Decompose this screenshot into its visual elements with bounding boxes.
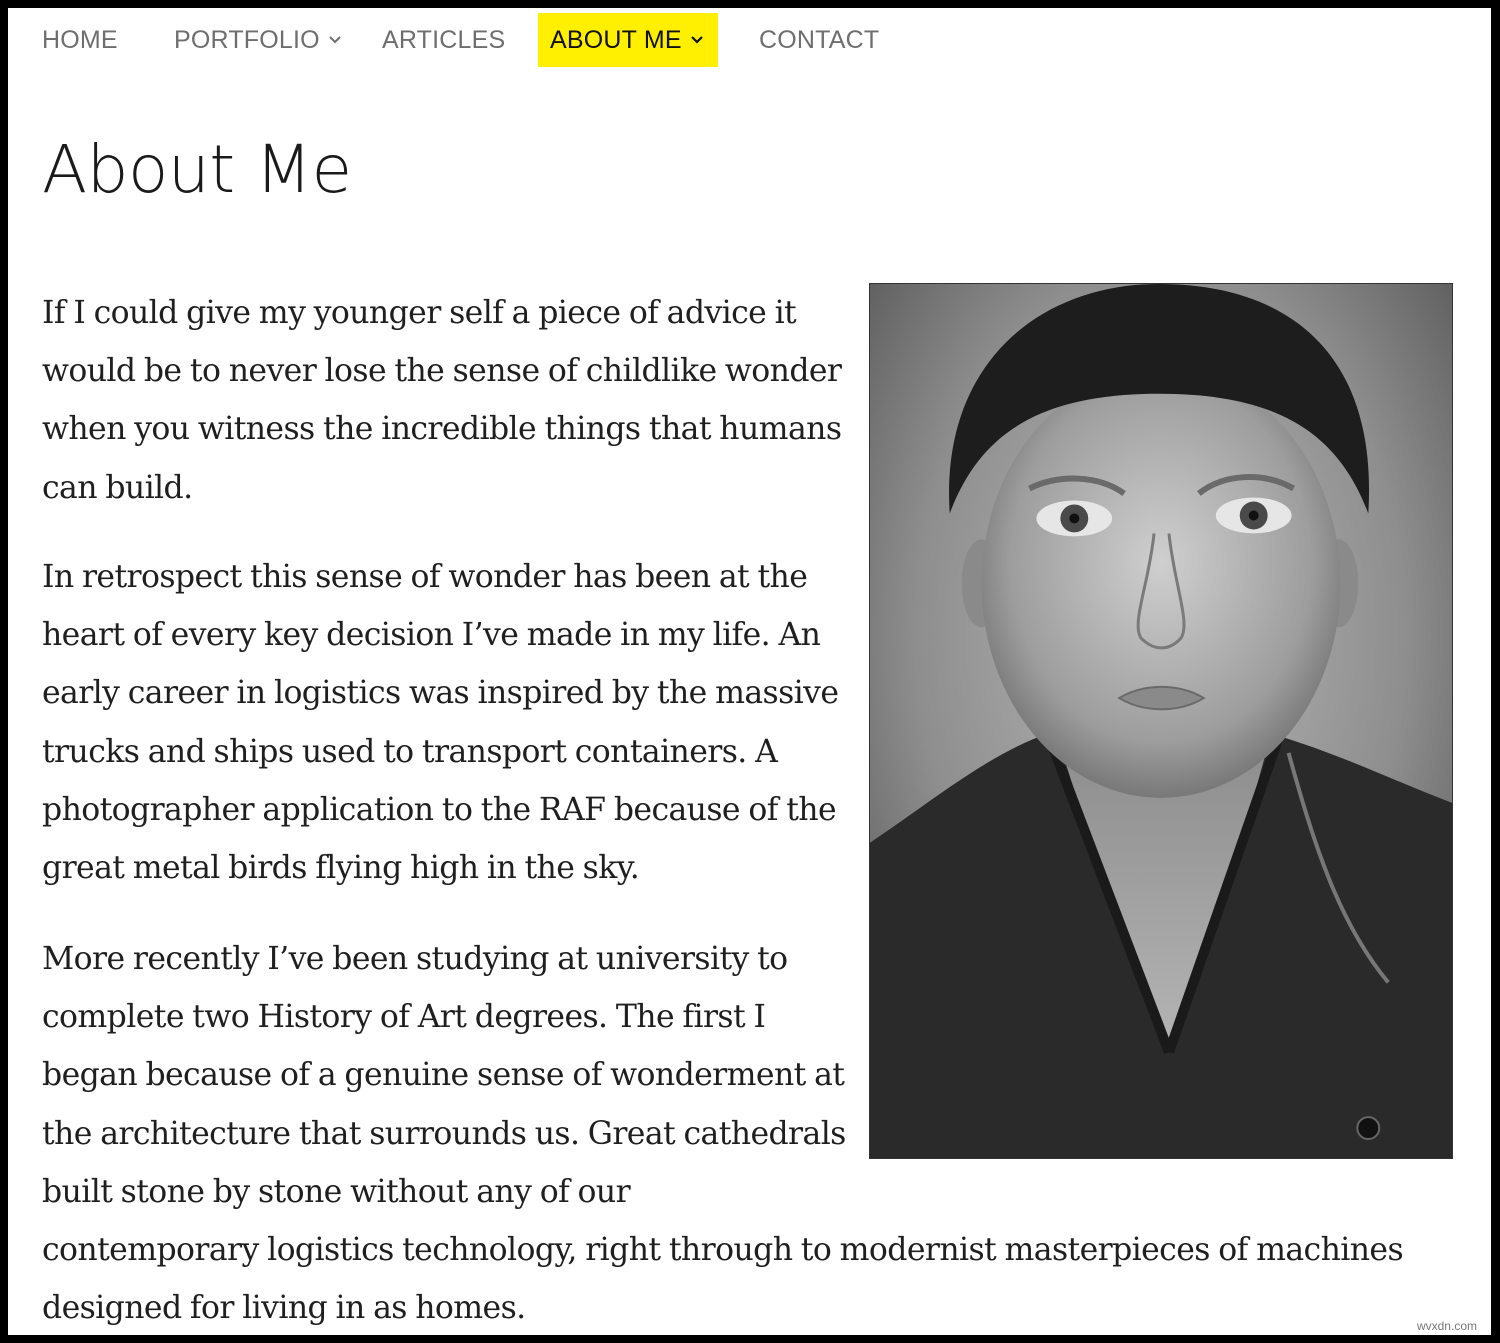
about-paragraph-3-part-2: contemporary logistics technology, right… (42, 1232, 1404, 1327)
page-title: About Me (42, 131, 352, 208)
watermark: wvxdn.com (1416, 1319, 1477, 1333)
nav-articles-label: ARTICLES (382, 25, 506, 54)
chevron-down-icon (690, 35, 704, 45)
nav-contact-label: CONTACT (759, 25, 880, 54)
about-paragraph-1: If I could give my younger self a piece … (42, 295, 842, 506)
main-navigation: HOME PORTFOLIO ARTICLES ABOUT ME CONTACT (8, 8, 1491, 80)
nav-articles[interactable]: ARTICLES (382, 13, 505, 67)
about-paragraph-3-part-1: More recently I’ve been studying at univ… (42, 941, 846, 1210)
nav-contact[interactable]: CONTACT (759, 13, 879, 67)
about-paragraph-2: In retrospect this sense of wonder has b… (42, 559, 839, 887)
page: HOME PORTFOLIO ARTICLES ABOUT ME CONTACT… (8, 8, 1491, 1335)
nav-portfolio-label: PORTFOLIO (174, 25, 320, 54)
about-paragraph-3: More recently I’ve been studying at univ… (42, 930, 1432, 1335)
nav-home-label: HOME (42, 25, 118, 54)
nav-home[interactable]: HOME (42, 13, 118, 67)
nav-about-me[interactable]: ABOUT ME (538, 13, 718, 67)
nav-portfolio[interactable]: PORTFOLIO (174, 13, 342, 67)
nav-about-me-label: ABOUT ME (550, 25, 682, 54)
chevron-down-icon (328, 35, 342, 45)
